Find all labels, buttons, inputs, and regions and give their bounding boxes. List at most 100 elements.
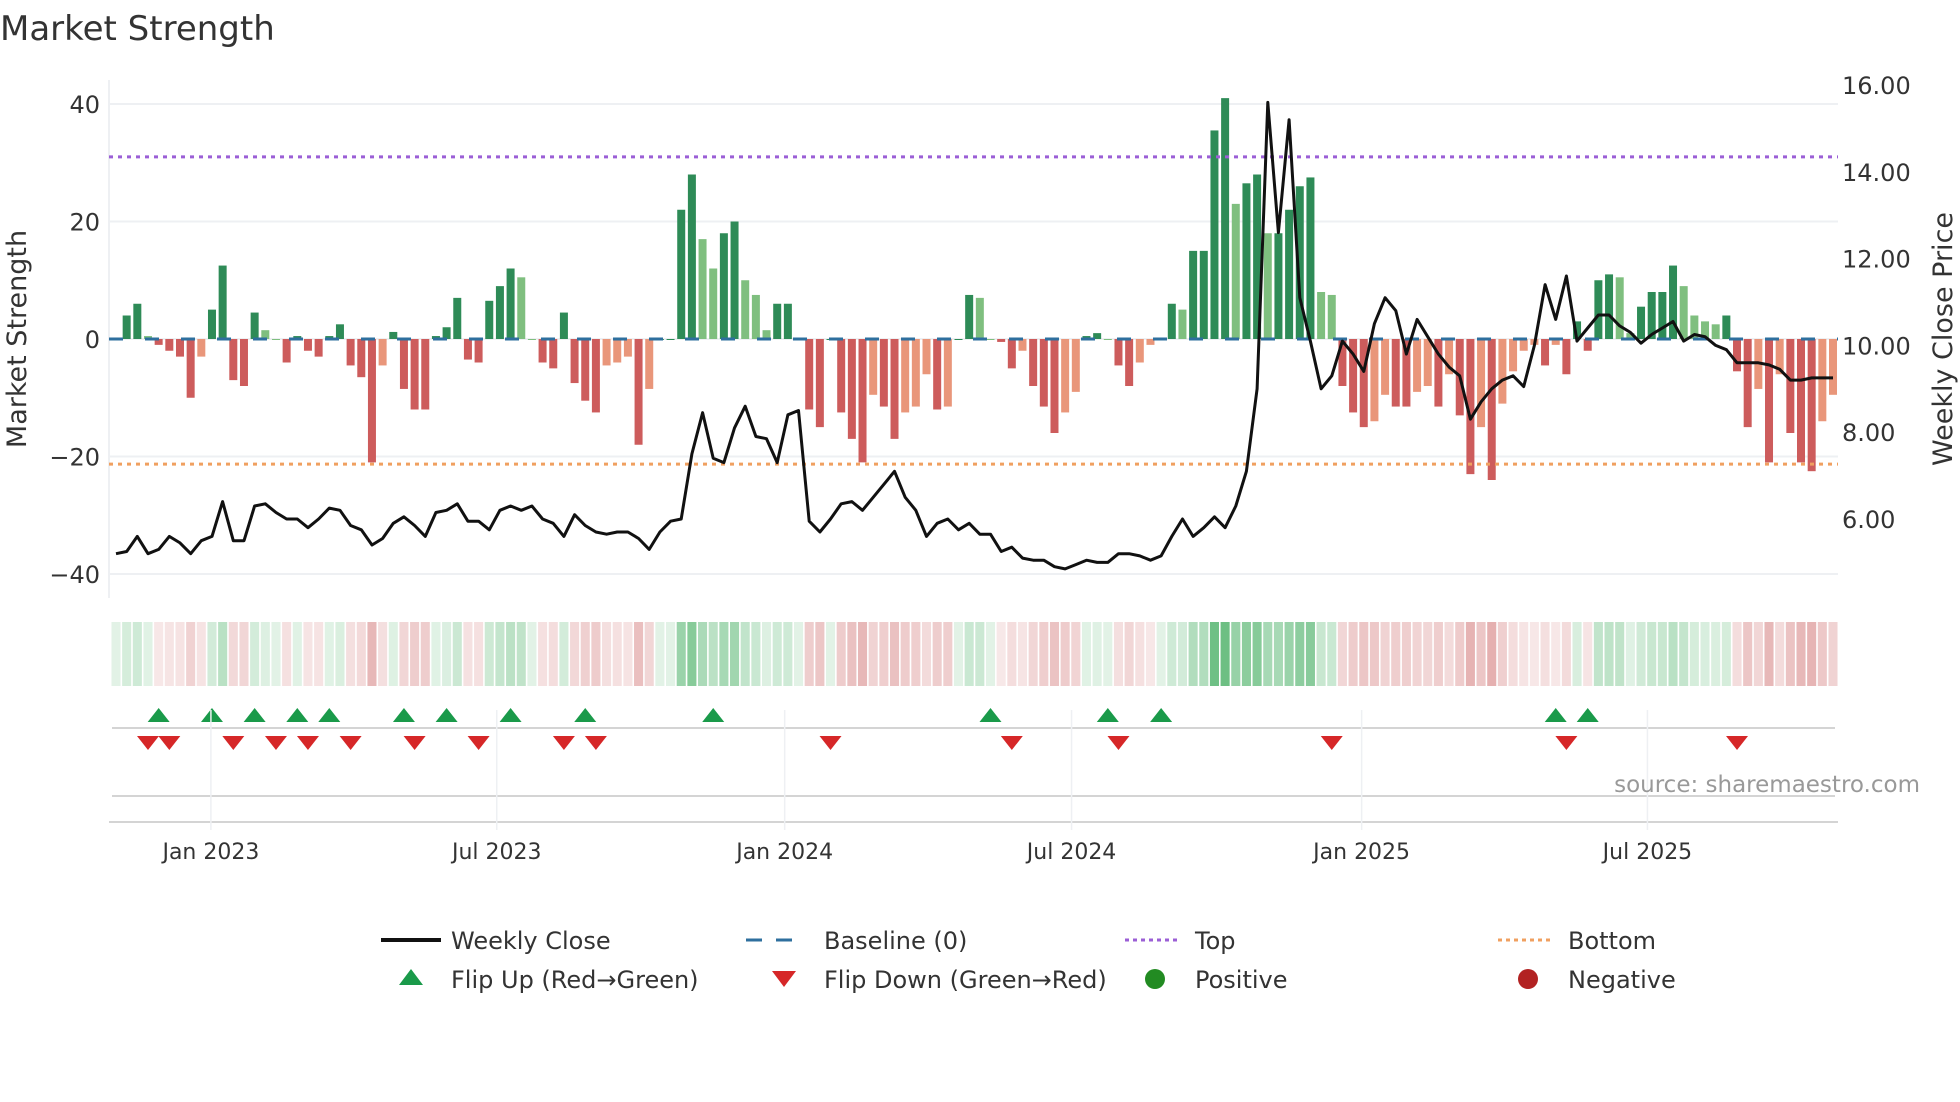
strength-bar [357, 339, 366, 378]
heat-cell [260, 622, 270, 686]
heat-cell [207, 622, 217, 686]
heat-cell [1337, 622, 1347, 686]
flip-down-marker [1320, 736, 1343, 750]
strength-bar [1829, 339, 1837, 395]
heat-cell [730, 622, 740, 686]
heat-cell [1593, 622, 1603, 686]
heat-cell [1433, 622, 1443, 686]
heat-cell [1316, 622, 1326, 686]
y2-axis-label: Weekly Close Price [1928, 212, 1959, 466]
weekly-close-series [115, 100, 1833, 571]
strength-bar [495, 286, 504, 339]
strength-bar [1125, 339, 1134, 386]
flip-up-marker [499, 708, 522, 722]
flip-down-marker [222, 736, 245, 750]
heat-cell [921, 622, 932, 686]
heat-cell [314, 622, 324, 686]
heat-cell [1572, 622, 1582, 686]
strength-bar [207, 309, 216, 339]
heat-cell [825, 622, 836, 686]
heat-cell [1252, 622, 1262, 686]
flip-down-marker [339, 736, 362, 750]
flip-up-marker [435, 708, 458, 722]
legend-label: Positive [1195, 966, 1288, 994]
flip-down-marker [552, 736, 575, 750]
heat-cell [154, 622, 164, 686]
legend-label: Flip Up (Red→Green) [451, 966, 699, 994]
heat-cell [228, 622, 238, 686]
heat-cell [506, 622, 516, 686]
heat-cell [559, 622, 569, 686]
strength-bar [613, 339, 622, 363]
heat-cell [634, 622, 644, 686]
heat-cell [1124, 622, 1134, 686]
heat-cell [1764, 622, 1774, 686]
flip-up-marker [979, 708, 1002, 722]
strength-bar [1722, 315, 1731, 339]
strength-bar [421, 339, 430, 410]
strength-bar [1327, 294, 1336, 339]
strength-bar [485, 300, 494, 339]
heat-cell [655, 622, 665, 686]
flip-down-marker [584, 736, 607, 750]
heat-cell [132, 622, 142, 686]
strength-bar [367, 339, 376, 463]
y-tick-label: 20 [69, 209, 100, 237]
legend-item: Bottom [1498, 927, 1656, 955]
heat-cell [111, 622, 121, 686]
strength-bar [709, 268, 718, 339]
heat-cell [879, 622, 889, 686]
heat-cell [932, 622, 942, 686]
heat-cell [1732, 622, 1742, 686]
strength-bar [239, 339, 248, 386]
y-tick-label: −20 [49, 444, 100, 472]
heat-cell [1423, 622, 1433, 686]
strength-bar [1370, 339, 1379, 422]
strength-bar [1242, 183, 1251, 339]
heat-cell [335, 622, 345, 686]
heat-cell [218, 622, 228, 686]
heat-cell [623, 622, 633, 686]
heat-cell [1615, 622, 1625, 686]
flip-up-marker [702, 708, 725, 722]
strength-bar [506, 268, 515, 339]
heat-cell [1700, 622, 1710, 686]
strength-bar [591, 339, 600, 413]
heat-cell [1231, 622, 1241, 686]
heat-cell [548, 622, 558, 686]
legend-item: Flip Down (Green→Red) [772, 966, 1107, 994]
flip-down-marker [819, 736, 842, 750]
legend-label: Flip Down (Green→Red) [824, 966, 1107, 994]
weekly-close-line [115, 100, 1833, 571]
legend-label: Weekly Close [451, 927, 611, 955]
flip-down-marker [158, 736, 181, 750]
heat-cell [1455, 622, 1465, 686]
heat-cell [996, 622, 1006, 686]
flip-down-marker [1726, 736, 1749, 750]
y-axis-right: 16.00 14.00 12.00 10.00 8.00 6.00 [1842, 72, 1911, 534]
heat-cell [1785, 622, 1795, 686]
flip-up-marker [392, 708, 415, 722]
heat-cell [1540, 622, 1550, 686]
heat-cell [388, 622, 398, 686]
heat-cell [943, 622, 953, 686]
flip-up-marker [1544, 708, 1567, 722]
heat-cell [1177, 622, 1187, 686]
strength-bar [1477, 339, 1486, 428]
heat-cell [196, 622, 206, 686]
strength-bar [122, 315, 131, 339]
heat-cell [1828, 622, 1838, 686]
strength-bar [773, 303, 782, 339]
strength-bar [335, 324, 344, 339]
heat-cell [836, 622, 846, 686]
strength-bar [410, 339, 419, 410]
chart-title: Market Strength [0, 9, 275, 49]
strength-bar [965, 294, 974, 339]
strength-bar [1210, 130, 1219, 339]
heat-cell [1647, 622, 1657, 686]
strength-bar [186, 339, 195, 398]
heat-cell [1284, 622, 1294, 686]
strength-bar [1114, 339, 1123, 366]
heat-cell [857, 622, 868, 686]
strength-bar [1487, 339, 1496, 480]
